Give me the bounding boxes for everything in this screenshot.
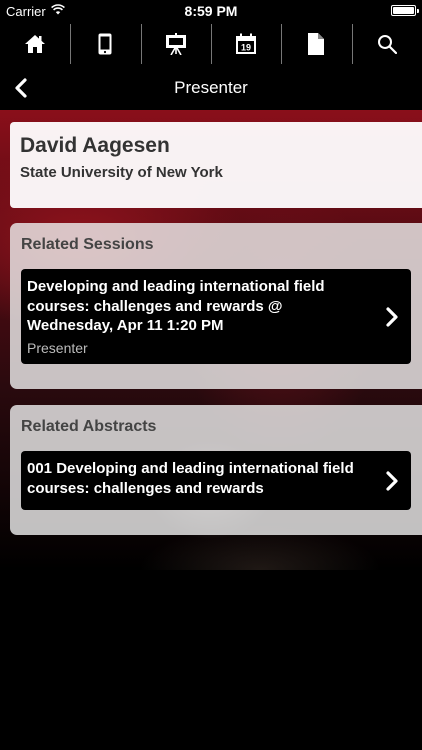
presenter-name: David Aagesen [20, 134, 170, 157]
related-abstracts-panel: Related Abstracts 001 Developing and lea… [10, 405, 422, 535]
chevron-right-icon [386, 306, 398, 327]
presentation-easel-icon [165, 33, 186, 55]
top-toolbar: 19 [0, 22, 422, 66]
exhibitors-button[interactable] [70, 22, 140, 66]
calendar-day-label: 19 [241, 43, 251, 53]
session-title: Developing and leading international fie… [27, 278, 325, 334]
navigation-bar: Presenter [0, 66, 422, 110]
home-icon [25, 35, 46, 53]
search-button[interactable] [351, 22, 422, 66]
status-bar: Carrier 8:59 PM [0, 0, 422, 22]
related-sessions-panel: Related Sessions Developing and leading … [10, 223, 422, 389]
session-list-item[interactable]: Developing and leading international fie… [21, 269, 411, 364]
search-icon [377, 35, 397, 54]
calendar-icon: 19 [236, 33, 257, 54]
sessions-button[interactable] [140, 22, 211, 66]
abstract-list-item[interactable]: 001 Developing and leading international… [21, 451, 411, 510]
clock: 8:59 PM [184, 3, 238, 19]
session-role: Presenter [27, 339, 88, 356]
related-abstracts-title: Related Abstracts [21, 418, 157, 435]
abstract-title: 001 Developing and leading international… [27, 460, 354, 497]
documents-button[interactable] [281, 22, 351, 66]
page-title: Presenter [174, 78, 248, 97]
document-icon [308, 33, 325, 55]
related-sessions-title: Related Sessions [21, 236, 154, 253]
battery-icon [391, 5, 419, 16]
presenter-organization: State University of New York [20, 164, 223, 181]
schedule-button[interactable]: 19 [210, 22, 281, 66]
mobile-device-icon [98, 33, 112, 55]
presenter-header: David Aagesen State University of New Yo… [10, 122, 422, 208]
chevron-right-icon [386, 470, 398, 491]
home-button[interactable] [0, 22, 70, 66]
screen: Carrier 8:59 PM 19 Presenter David Aages… [0, 0, 422, 750]
